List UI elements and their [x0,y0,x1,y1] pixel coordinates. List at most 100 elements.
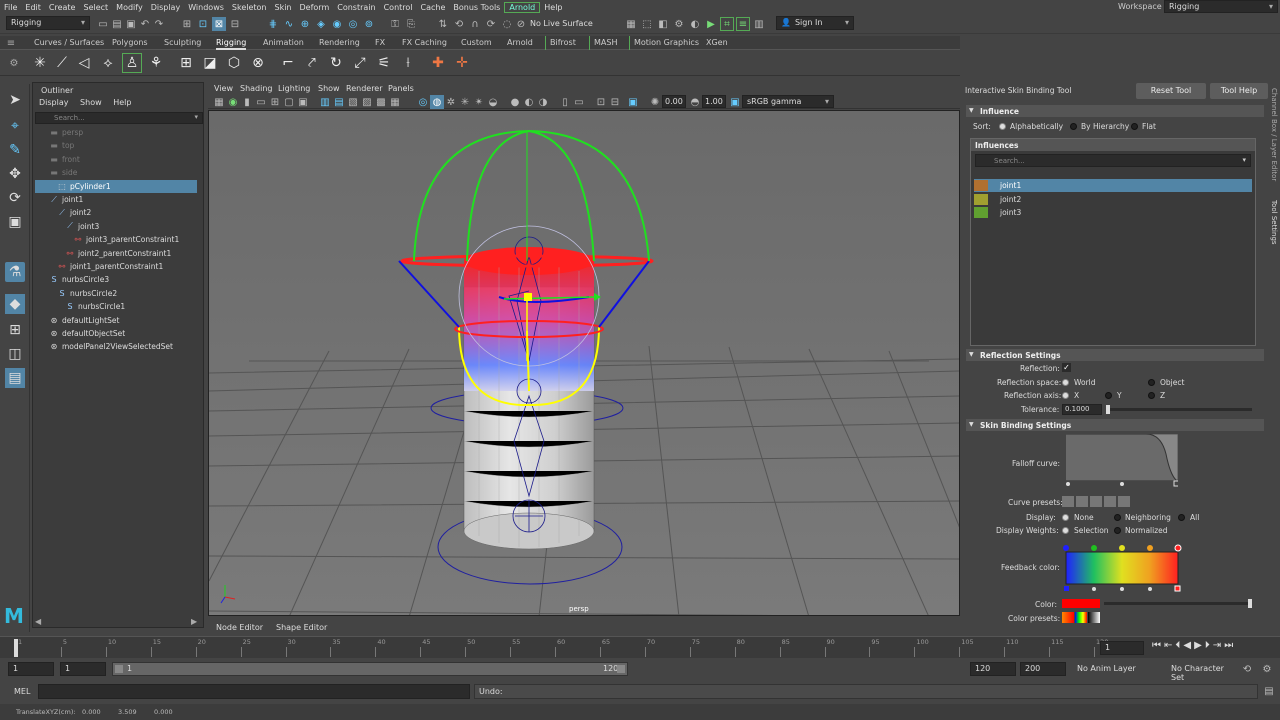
prefs-icon[interactable]: ⚙ [1260,662,1274,676]
lights-icon[interactable]: ▨ [360,95,374,109]
shelf-tab-mash[interactable]: MASH [589,36,617,50]
scroll-left-icon[interactable]: ◀ [35,617,41,626]
resolution-gate-icon[interactable]: ▣ [296,95,310,109]
shelf-tab-fx-caching[interactable]: FX Caching [402,36,447,50]
safe-action-icon[interactable]: ⊡ [594,95,608,109]
color-slider-handle[interactable] [1248,599,1252,608]
isolate-select-icon[interactable]: ◎ [416,95,430,109]
range-slider[interactable]: 1 120 [112,662,628,676]
influence-item[interactable]: joint2 [974,193,1252,206]
sort-hierarchy-radio[interactable] [1070,123,1077,130]
menu-bonus-tools[interactable]: Bonus Tools [449,3,504,12]
color-slider[interactable] [1104,602,1250,605]
menu-windows[interactable]: Windows [184,3,228,12]
color-space-dropdown[interactable]: sRGB gamma ▾ [742,95,834,108]
skin-binding-tool-icon[interactable]: ⚗ [5,262,25,282]
snap-curve-icon[interactable]: ∿ [282,17,296,31]
outliner-item[interactable]: ⊛ defaultObjectSet [49,327,126,340]
create-joints-icon[interactable]: ✳ [30,53,50,73]
display-none-radio[interactable] [1062,514,1069,521]
skin-binding-section-header[interactable]: Skin Binding Settings [966,419,1264,431]
menu-control[interactable]: Control [380,3,417,12]
scale-constraint-icon[interactable]: ⤢ [350,53,370,73]
snap-view-plane-icon[interactable]: ◈ [314,17,328,31]
outliner-item[interactable]: SnurbsCircle3 [49,273,109,286]
gate-mask-icon[interactable]: ▣ [626,95,640,109]
outliner-item[interactable]: ▬ side [49,166,77,179]
shelf-tab-arnold[interactable]: Arnold [507,36,533,50]
command-input[interactable] [38,684,470,699]
display-weights-normalized-radio[interactable] [1114,527,1121,534]
anim-layer-dropdown[interactable]: No Anim Layer [1072,662,1162,676]
menu-skeleton[interactable]: Skeleton [228,3,271,12]
scale-tool-icon[interactable]: ▣ [5,212,25,232]
set-driven-key-icon[interactable]: ✛ [452,53,472,73]
shelf-tab-custom[interactable]: Custom [461,36,492,50]
outliner-item[interactable]: ⟋ joint3 [65,220,99,233]
shelf-tab-xgen[interactable]: XGen [706,36,728,50]
menu-create[interactable]: Create [45,3,80,12]
input-output-icon[interactable]: ⇅ [436,17,450,31]
viewport-menu-shading[interactable]: Shading [240,84,273,93]
new-scene-icon[interactable]: ▭ [96,17,110,31]
outliner-item[interactable]: ⊛ modelPanel2ViewSelectedSet [49,340,173,353]
wireframe-icon[interactable]: ▥ [318,95,332,109]
character-set-dropdown[interactable]: No Character Set [1166,662,1238,682]
lock-icon[interactable]: ⚿ [388,17,402,31]
curve-preset-flat-icon[interactable] [1104,496,1116,507]
snap-grid-icon[interactable]: ⋕ [266,17,280,31]
gamma-icon[interactable]: ◓ [688,95,702,109]
color-preset-heat-icon[interactable] [1062,612,1074,623]
workspace-dropdown[interactable]: Rigging ▾ [1164,0,1278,13]
menu-cache[interactable]: Cache [417,3,450,12]
select-camera-icon[interactable]: ▦ [212,95,226,109]
range-end-handle[interactable] [617,665,625,673]
attribute-editor-icon[interactable]: ≡ [736,17,750,31]
render-frame-icon[interactable]: ⬚ [640,17,654,31]
component-mode-icon[interactable]: ⊠ [212,17,226,31]
reflection-checkbox[interactable]: ✓ [1062,363,1071,372]
curve-preset-spike-icon[interactable] [1118,496,1130,507]
outliner-item[interactable]: ⟋ joint1 [49,193,83,206]
outliner-item[interactable]: ▬ persp [49,126,83,139]
color-preset-grayscale-icon[interactable] [1088,612,1100,623]
outliner-item[interactable]: ▬ front [49,153,80,166]
viewport-menu-panels[interactable]: Panels [388,84,414,93]
open-scene-icon[interactable]: ▤ [110,17,124,31]
shadows-icon[interactable]: ▩ [374,95,388,109]
outliner-item[interactable]: ⚯ joint3_parentConstraint1 [73,233,180,246]
magnet-icon[interactable]: ∩ [468,17,482,31]
outliner-item[interactable]: ⟋ joint2 [57,206,91,219]
aim-constraint-icon[interactable]: ⤤ [302,53,322,73]
animation-start-field[interactable]: 1 [8,662,54,676]
step-back-key-icon[interactable]: ⇤ [1164,640,1172,651]
reset-tool-button[interactable]: Reset Tool [1136,83,1206,99]
lattice-icon[interactable]: ⬡ [224,53,244,73]
sort-flat-radio[interactable] [1131,123,1138,130]
make-live-icon[interactable]: ◉ [330,17,344,31]
screen-space-ao-icon[interactable]: ◐ [522,95,536,109]
menu-help[interactable]: Help [540,3,566,12]
display-all-radio[interactable] [1178,514,1185,521]
textured-icon[interactable]: ▧ [346,95,360,109]
redo-icon[interactable]: ↷ [152,17,166,31]
shelf-tab-animation[interactable]: Animation [263,36,304,50]
arnold-render-icon[interactable]: ▶ [704,17,718,31]
outliner-search-input[interactable]: Search... ▾ [35,112,203,124]
aspect-icon[interactable]: ▭ [572,95,586,109]
bookmark-icon[interactable]: ▮ [240,95,254,109]
ik-handle-icon[interactable]: ◁ [74,53,94,73]
menu-deform[interactable]: Deform [296,3,334,12]
current-time-marker[interactable] [14,639,18,657]
outliner-menu-help[interactable]: Help [113,98,131,107]
side-by-side-icon[interactable]: ◫ [5,344,25,364]
outliner-item[interactable]: SnurbsCircle1 [65,300,125,313]
influence-section-header[interactable]: Influence [966,105,1264,117]
tab-node-editor[interactable]: Node Editor [216,623,263,632]
scroll-right-icon[interactable]: ▶ [191,617,197,626]
auto-key-icon[interactable]: ⟲ [1240,662,1254,676]
snap-surface-icon[interactable]: ◎ [346,17,360,31]
single-view-icon[interactable]: ◆ [5,294,25,314]
shelf-options-icon[interactable]: ⚙ [4,53,24,73]
orient-constraint-icon[interactable]: ↻ [326,53,346,73]
